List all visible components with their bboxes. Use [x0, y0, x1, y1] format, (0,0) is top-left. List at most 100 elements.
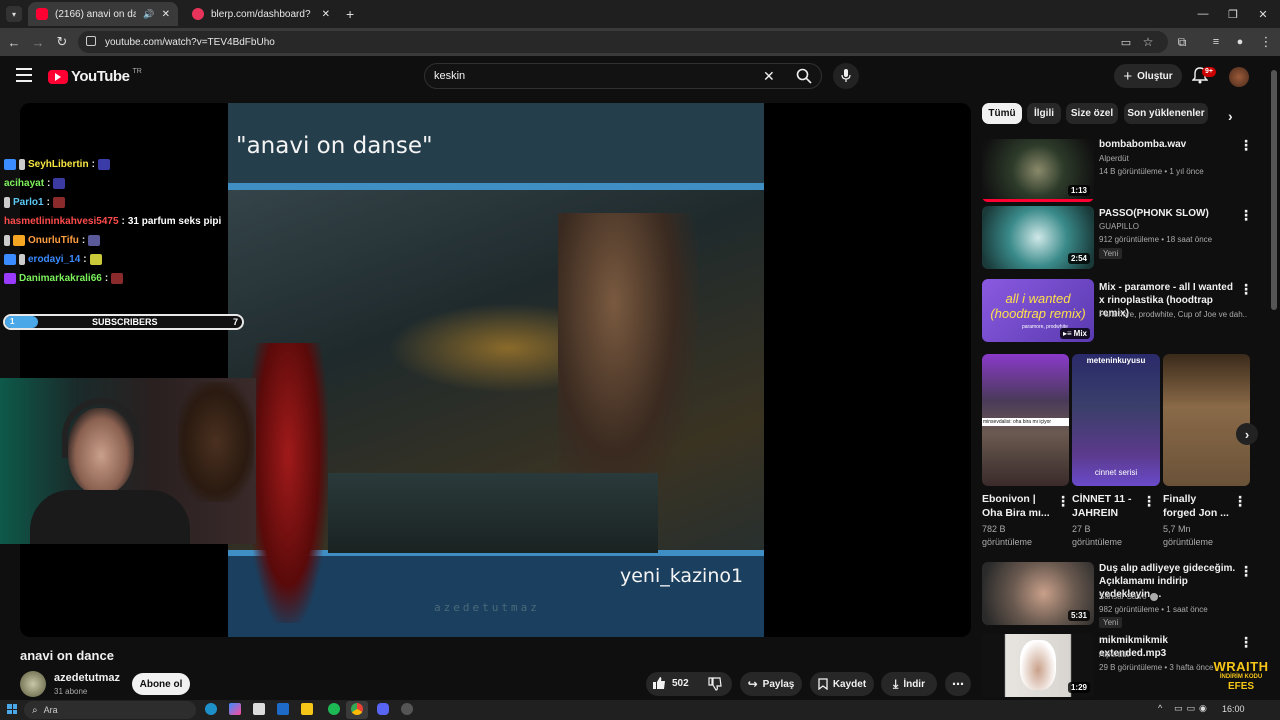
tab-close-icon[interactable]: ✕: [322, 9, 330, 20]
chat-message: erodayi_14:: [4, 254, 102, 265]
dislike-button[interactable]: [708, 677, 722, 694]
extensions-icon[interactable]: ⧉: [1172, 32, 1192, 52]
edge-icon[interactable]: [205, 703, 217, 715]
channel-name[interactable]: Alperdüt: [1099, 648, 1129, 661]
more-options-icon[interactable]: ⋮: [1142, 493, 1156, 510]
thumbs-down-icon: [708, 677, 722, 691]
bar-counter: [328, 473, 658, 553]
search-input[interactable]: [434, 66, 754, 86]
minimize-button[interactable]: —: [1190, 4, 1216, 24]
bookmark-star-icon[interactable]: ☆: [1138, 32, 1158, 52]
short-title[interactable]: Finally forged Jon ...: [1163, 492, 1229, 520]
channel-name[interactable]: GUAPILLO: [1099, 220, 1139, 233]
santa-figure: [248, 343, 328, 623]
chip-related[interactable]: İlgili: [1027, 103, 1061, 124]
channel-name[interactable]: Alperdüt: [1099, 152, 1129, 165]
explorer-icon[interactable]: [301, 703, 313, 715]
restore-button[interactable]: ❐: [1220, 4, 1246, 24]
tray-icons[interactable]: ▭▭◉: [1174, 703, 1211, 714]
menu-icon[interactable]: ⋮: [1256, 32, 1276, 52]
chat-text: 31 parfum seks pipi: [127, 216, 222, 227]
copilot-icon[interactable]: [229, 703, 241, 715]
store-icon[interactable]: [253, 703, 265, 715]
download-button[interactable]: ⤓ İndir: [881, 672, 937, 696]
more-actions-button[interactable]: ⋯: [945, 672, 971, 696]
clear-search-icon[interactable]: ✕: [763, 68, 775, 85]
avatar[interactable]: [1229, 67, 1249, 87]
channel-name[interactable]: Sansar Salvo: [1099, 590, 1158, 603]
back-icon[interactable]: ←: [4, 32, 24, 52]
subscribers-right: 7: [233, 317, 239, 327]
video-thumbnail[interactable]: 1:13: [982, 139, 1094, 202]
watermark: azedetutmaz: [434, 601, 540, 614]
more-options-icon[interactable]: ⋮: [1239, 137, 1253, 154]
tray-chevron-icon[interactable]: ^: [1158, 703, 1162, 713]
video-thumbnail[interactable]: 5:31: [982, 562, 1094, 625]
search-placeholder: Ara: [43, 705, 58, 715]
chips-next-icon[interactable]: ›: [1228, 108, 1233, 124]
speaker-icon: 🔊: [143, 8, 155, 19]
discord-icon[interactable]: [377, 703, 389, 715]
channel-name[interactable]: Paramore, prodwhite, Cup of Joe ve dah..…: [1099, 308, 1247, 321]
page-scrollbar[interactable]: [1271, 70, 1277, 310]
profile-icon[interactable]: ●: [1230, 32, 1250, 52]
more-options-icon[interactable]: ⋮: [1233, 493, 1247, 510]
channel-name[interactable]: azedetutmaz: [54, 672, 120, 684]
taskbar-search[interactable]: ⌕ Ara: [24, 701, 196, 719]
channel-avatar[interactable]: [20, 671, 46, 697]
video-title[interactable]: bombabomba.wav: [1099, 138, 1233, 151]
start-icon[interactable]: [7, 704, 17, 714]
video-title[interactable]: PASSO(PHONK SLOW): [1099, 207, 1233, 220]
reading-list-icon[interactable]: ≡: [1206, 32, 1226, 52]
cast-icon[interactable]: ▭: [1116, 32, 1136, 52]
mail-icon[interactable]: [277, 703, 289, 715]
duration-label: 1:29: [1067, 682, 1090, 693]
reload-icon[interactable]: ↻: [52, 32, 72, 52]
tab-close-icon[interactable]: ✕: [162, 9, 170, 20]
voice-search-button[interactable]: [833, 63, 859, 89]
sponsor-title: WRAITH: [1213, 659, 1269, 674]
short-thumbnail[interactable]: [1163, 354, 1250, 486]
save-button[interactable]: Kaydet: [810, 672, 874, 696]
mix-thumbnail[interactable]: all i wanted (hoodtrap remix) paramore, …: [982, 279, 1094, 342]
forward-icon[interactable]: →: [28, 32, 48, 52]
close-window-button[interactable]: ✕: [1250, 4, 1276, 24]
app-icon[interactable]: [401, 703, 413, 715]
shorts-next-button[interactable]: ›: [1236, 423, 1258, 445]
share-button[interactable]: ↪ Paylaş: [740, 672, 802, 696]
subscribe-button[interactable]: Abone ol: [132, 673, 190, 695]
more-options-icon[interactable]: ⋮: [1239, 281, 1253, 298]
more-options-icon[interactable]: ⋮: [1239, 634, 1253, 651]
thumb-progress: [982, 199, 1094, 202]
chip-recent[interactable]: Son yüklenenler: [1124, 103, 1208, 124]
youtube-logo[interactable]: YouTube TR: [48, 68, 142, 85]
short-title[interactable]: Ebonivon | Oha Bira mı...: [982, 492, 1054, 520]
short-thumbnail[interactable]: meteninkuyusu cinnet serisi: [1072, 354, 1160, 486]
search-button[interactable]: [786, 64, 822, 88]
tab-blerp[interactable]: blerp.com/dashboard? ✕: [184, 2, 338, 26]
tab-search-button[interactable]: ▾: [6, 6, 22, 22]
video-thumbnail[interactable]: 1:29: [982, 634, 1094, 697]
chip-for-you[interactable]: Size özel: [1066, 103, 1118, 124]
new-tab-button[interactable]: +: [346, 6, 354, 22]
short-caption-bottom: cinnet serisi: [1094, 468, 1138, 477]
notification-badge: 9+: [1202, 67, 1216, 77]
more-options-icon[interactable]: ⋮: [1056, 493, 1070, 510]
spotify-icon[interactable]: [328, 703, 340, 715]
emote-icon: [53, 178, 66, 189]
tab-youtube[interactable]: (2166) anavi on dance - Yo 🔊 ✕: [28, 2, 178, 26]
more-options-icon[interactable]: ⋮: [1239, 207, 1253, 224]
more-options-icon[interactable]: ⋮: [1239, 563, 1253, 580]
video-thumbnail[interactable]: 2:54: [982, 206, 1094, 269]
short-thumbnail[interactable]: minsevdalisi: oha bira mı içiyor: [982, 354, 1069, 486]
hamburger-icon[interactable]: [16, 68, 32, 82]
create-button[interactable]: + Oluştur: [1114, 64, 1182, 88]
overlay-title: "anavi on danse": [236, 133, 433, 159]
short-title[interactable]: CİNNET 11 - JAHREIN: [1072, 492, 1140, 520]
video-meta: 982 görüntüleme • 1 saat önce: [1099, 605, 1208, 614]
clock[interactable]: 16:00: [1222, 704, 1245, 714]
address-bar[interactable]: youtube.com/watch?v=TEV4BdFbUho: [78, 31, 1168, 53]
chip-all[interactable]: Tümü: [982, 103, 1022, 124]
like-button[interactable]: 502: [652, 676, 689, 690]
site-info-icon[interactable]: [86, 36, 96, 46]
